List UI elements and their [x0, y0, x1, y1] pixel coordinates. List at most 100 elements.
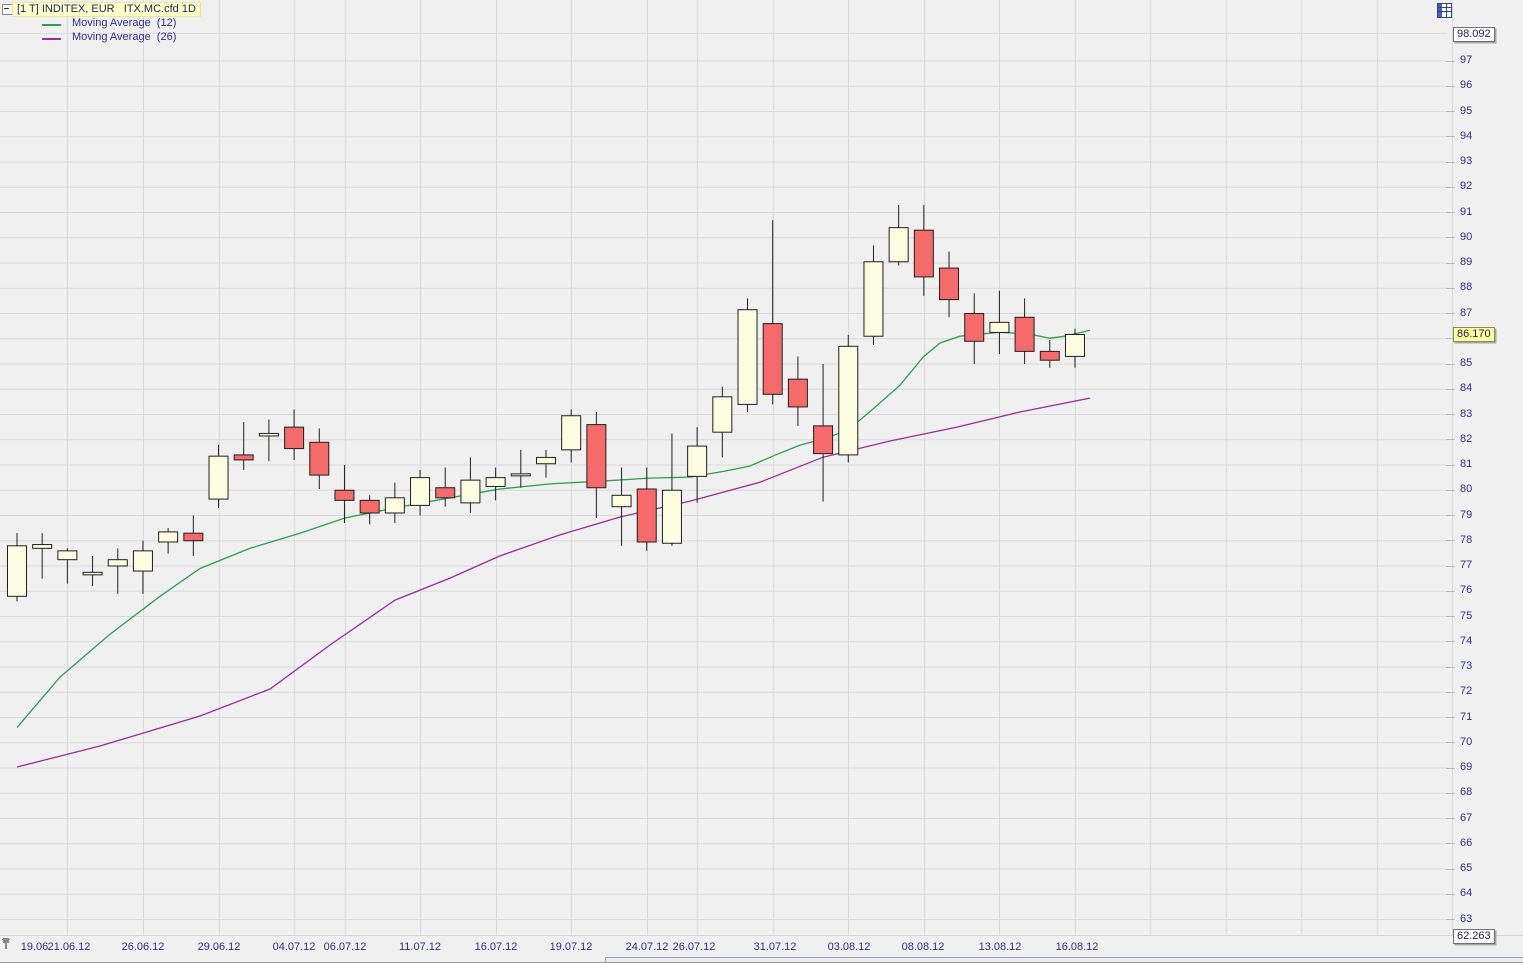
price-tick-label: 76 [1460, 584, 1473, 597]
candle-body[interactable] [535, 456, 556, 465]
legend-item-ma26[interactable]: Moving Average (26) [30, 31, 176, 81]
date-tick-label: 06.07.12 [323, 941, 367, 953]
price-tick [1446, 767, 1455, 769]
candle-body[interactable] [989, 321, 1010, 333]
ma12-line-icon [42, 24, 62, 26]
price-tick [1446, 565, 1455, 567]
price-tick [1446, 464, 1455, 466]
axis-pin-icon[interactable] [2, 938, 12, 949]
candle-body[interactable] [309, 441, 330, 476]
candle-body[interactable] [384, 497, 405, 514]
price-tick-label: 63 [1460, 912, 1473, 925]
candle-body[interactable] [913, 229, 934, 278]
candle-body[interactable] [107, 559, 128, 567]
candle-body[interactable] [611, 494, 632, 508]
price-tick [1446, 388, 1455, 390]
price-tick-label: 70 [1460, 735, 1473, 748]
candle-body[interactable] [258, 432, 279, 437]
candle-body[interactable] [888, 227, 909, 263]
date-tick-label: 08.08.12 [901, 941, 945, 953]
price-tick [1446, 515, 1455, 516]
candle-body[interactable] [460, 479, 481, 504]
candle-body[interactable] [813, 425, 834, 455]
chart-canvas[interactable] [0, 0, 1455, 935]
candle-body[interactable] [435, 487, 456, 499]
price-tick [1446, 111, 1455, 112]
candle-body[interactable] [762, 323, 783, 395]
ma-line [16, 397, 1091, 768]
price-tick [1446, 287, 1455, 289]
candle-body[interactable] [863, 261, 884, 337]
price-tick-label: 80 [1460, 483, 1473, 496]
price-tick [1446, 161, 1455, 163]
candle-body[interactable] [1039, 350, 1060, 361]
candle-body[interactable] [1014, 316, 1035, 352]
price-tick [1446, 212, 1455, 213]
price-tick-label: 92 [1460, 180, 1473, 193]
price-tick-label: 84 [1460, 382, 1473, 395]
price-tick-label: 69 [1460, 761, 1473, 773]
price-tick-label: 65 [1460, 862, 1473, 874]
table-view-icon[interactable] [1437, 3, 1452, 18]
price-tick-label: 96 [1460, 79, 1473, 92]
price-tick-label: 83 [1460, 407, 1473, 420]
chart-window: 9796959493929190898887868584838281807978… [0, 0, 1523, 963]
candle-body[interactable] [561, 415, 582, 451]
legend-label: Moving Average (12) [72, 17, 177, 29]
price-tick-label: 74 [1460, 634, 1473, 647]
price-tick [1446, 868, 1455, 870]
candle-body[interactable] [208, 455, 229, 500]
candle-body[interactable] [1064, 333, 1085, 357]
price-tick [1446, 540, 1455, 542]
candle-body[interactable] [964, 313, 985, 342]
price-tick [1446, 666, 1455, 668]
price-tick-label: 90 [1460, 230, 1473, 243]
candle-body[interactable] [7, 545, 27, 597]
price-tick-label: 78 [1460, 533, 1473, 546]
candle-body[interactable] [359, 499, 380, 514]
candle-body[interactable] [334, 489, 355, 501]
candle-body[interactable] [410, 477, 431, 506]
candle-body[interactable] [284, 426, 305, 450]
candle-body[interactable] [57, 550, 78, 561]
candlestick-chart-plot[interactable] [0, 0, 1455, 935]
candle-body[interactable] [787, 378, 808, 408]
date-tick-label: 29.06.12 [197, 941, 241, 953]
date-tick-label: 16.08.12 [1055, 941, 1099, 953]
candle-body[interactable] [586, 424, 607, 489]
candle-body[interactable] [233, 454, 254, 461]
price-tick-label: 81 [1460, 458, 1473, 470]
scrollbar-thumb[interactable] [605, 957, 1523, 962]
candle-body[interactable] [510, 473, 531, 477]
candle-body[interactable] [939, 267, 960, 301]
price-tick-label: 77 [1460, 559, 1473, 571]
chart-title[interactable]: [1 T] INDITEX, EUR ITX.MC.cfd 1D [12, 2, 201, 17]
candle-body[interactable] [158, 531, 179, 543]
candle-body[interactable] [32, 544, 53, 549]
price-tick-label: 88 [1460, 281, 1473, 294]
candle-body[interactable] [636, 488, 657, 543]
current-price-badge: 86.170 [1453, 327, 1495, 342]
date-tick-label: 04.07.12 [272, 941, 316, 953]
candle-body[interactable] [485, 477, 506, 487]
candle-body[interactable] [132, 550, 153, 572]
price-tick [1446, 818, 1455, 819]
candle-body[interactable] [183, 532, 204, 542]
price-tick-label: 85 [1460, 357, 1473, 369]
candle-body[interactable] [712, 396, 733, 433]
price-tick [1446, 85, 1455, 87]
price-tick [1446, 237, 1455, 239]
price-tick [1446, 691, 1455, 693]
price-tick-label: 87 [1460, 306, 1473, 319]
price-tick [1446, 489, 1455, 491]
price-tick-label: 75 [1460, 609, 1473, 622]
candle-body[interactable] [82, 571, 103, 576]
price-tick-label: 66 [1460, 836, 1473, 849]
candle-body[interactable] [687, 445, 708, 477]
candle-body[interactable] [661, 489, 682, 544]
price-tick [1446, 590, 1455, 592]
candle-body[interactable] [737, 309, 758, 405]
date-tick-label: 11.07.12 [398, 941, 442, 953]
candle-body[interactable] [838, 345, 859, 456]
price-tick [1446, 893, 1455, 895]
